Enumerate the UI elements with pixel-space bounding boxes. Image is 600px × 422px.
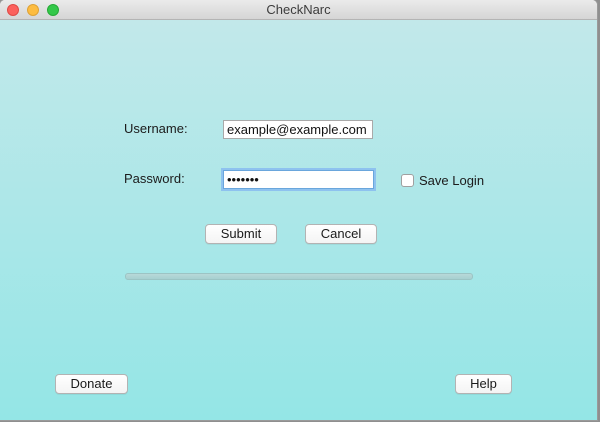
save-login-checkbox[interactable] xyxy=(401,174,414,187)
login-panel: Username: Password: Save Login Submit Ca… xyxy=(0,20,597,420)
progress-bar xyxy=(125,273,473,280)
save-login-label[interactable]: Save Login xyxy=(419,173,484,188)
cancel-button[interactable]: Cancel xyxy=(305,224,377,244)
username-field[interactable] xyxy=(223,120,373,139)
submit-button[interactable]: Submit xyxy=(205,224,277,244)
password-label: Password: xyxy=(124,171,185,186)
title-bar[interactable]: CheckNarc xyxy=(0,0,597,20)
donate-button[interactable]: Donate xyxy=(55,374,128,394)
username-label: Username: xyxy=(124,121,188,136)
password-field[interactable] xyxy=(223,170,374,189)
help-button[interactable]: Help xyxy=(455,374,512,394)
app-window: CheckNarc Username: Password: Save Login… xyxy=(0,0,597,420)
window-title: CheckNarc xyxy=(266,2,331,17)
